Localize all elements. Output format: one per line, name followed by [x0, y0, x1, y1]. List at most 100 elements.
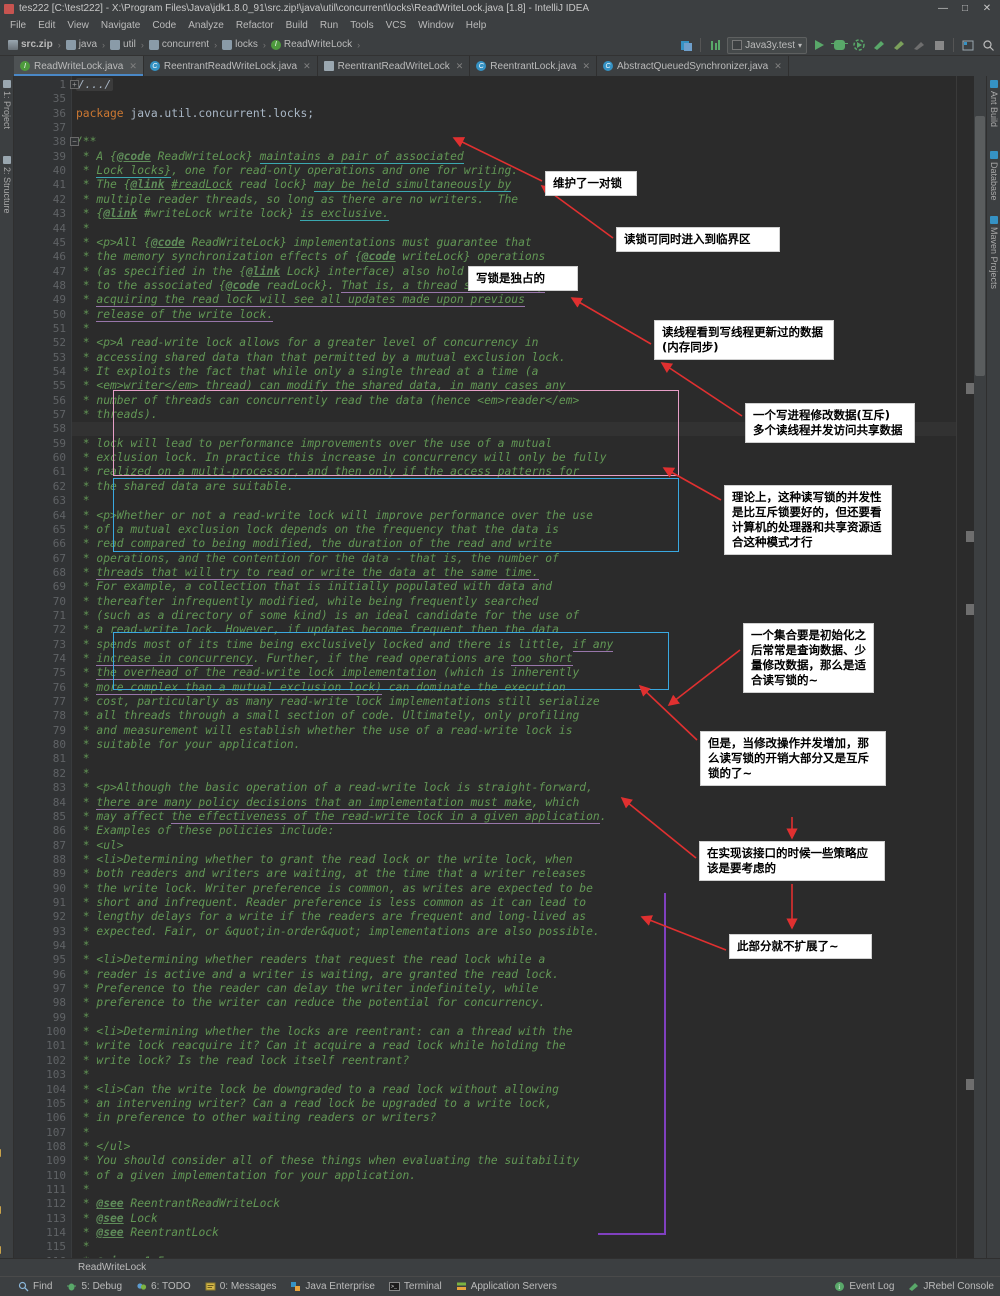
close-button[interactable]: ✕ — [976, 0, 998, 17]
settings-icon[interactable] — [707, 37, 723, 53]
svg-text:i: i — [839, 1283, 841, 1291]
window-controls[interactable]: — □ ✕ — [932, 0, 998, 17]
chevron-down-icon[interactable]: ▾ — [798, 41, 802, 50]
menu-bar[interactable]: File Edit View Navigate Code Analyze Refactor B… — [0, 17, 1000, 34]
tool-rail-button-jrebel[interactable]: JRebel — [0, 1175, 2, 1214]
menu-item-run[interactable]: Run — [314, 19, 344, 32]
minimize-button[interactable]: — — [932, 0, 954, 17]
menu-item-window[interactable]: Window — [412, 19, 460, 32]
main-area: 1: Project 2: Structure Web JRebel 2: Favori… — [0, 76, 1000, 1258]
annotation-callout: 在实现该接口的时候一些策略应 该是要考虑的 — [699, 841, 885, 881]
menu-item-view[interactable]: View — [61, 19, 95, 32]
tool-rail-button-database[interactable]: Database — [989, 150, 999, 201]
editor-tab-reentrantlock-java[interactable]: C ReentrantLock.java ✕ — [470, 56, 597, 76]
menu-item-edit[interactable]: Edit — [32, 19, 61, 32]
menu-item-file[interactable]: File — [4, 19, 32, 32]
menu-item-help[interactable]: Help — [460, 19, 493, 32]
close-tab-icon[interactable]: ✕ — [582, 61, 590, 72]
editor-tab-reentrantreadwritelock[interactable]: ReentrantReadWriteLock ✕ — [318, 56, 471, 76]
terminal-icon: >_ — [388, 1281, 400, 1292]
tool-window-button-5--debug[interactable]: 5: Debug — [66, 1281, 122, 1292]
breadcrumb[interactable]: src.zip › java › util › concurrent › locks › I Read… — [6, 38, 363, 51]
rebel-debug-icon[interactable] — [891, 37, 907, 53]
sync-icon[interactable] — [678, 37, 694, 53]
menu-item-tools[interactable]: Tools — [344, 19, 379, 32]
editor-breadcrumb-label: ReadWriteLock — [78, 1262, 147, 1273]
right-tool-rail[interactable]: Ant Build Database Maven Projects — [986, 76, 1000, 1258]
search-icon[interactable] — [980, 37, 996, 53]
menu-item-navigate[interactable]: Navigate — [95, 19, 146, 32]
tool-window-button-label: Terminal — [403, 1281, 442, 1292]
app-icon — [4, 3, 14, 14]
tool-rail-button-maven-projects[interactable]: Maven Projects — [989, 215, 999, 289]
tool-window-button-label: 5: Debug — [81, 1281, 123, 1292]
tool-window-button-6--todo[interactable]: 6: TODO — [136, 1281, 191, 1292]
editor-tab-label: AbstractQueuedSynchronizer.java — [617, 60, 769, 72]
breadcrumb-item-src-zip[interactable]: src.zip — [6, 38, 55, 51]
favorites-icon — [0, 1149, 1, 1158]
maximize-button[interactable]: □ — [954, 0, 976, 17]
tool-window-button-find[interactable]: Find — [18, 1281, 52, 1292]
stop-icon[interactable] — [931, 37, 947, 53]
annotation-callout: 理论上，这种读写锁的并发性 是比互斥锁要好的，但还要看 计算机的处理器和共享资源… — [724, 485, 892, 555]
tool-window-bar[interactable]: Find 5: Debug 6: TODO 0: Messages Java Enter… — [0, 1276, 1000, 1296]
annotation-callout: 读锁可同时进入到临界区 — [616, 227, 780, 252]
annotation-callout: 维护了一对锁 — [545, 171, 637, 196]
close-tab-icon[interactable]: ✕ — [774, 61, 782, 72]
tool-rail-button-2--favorites[interactable]: 2: Favorites — [0, 1099, 2, 1158]
breadcrumb-separator: › — [57, 39, 61, 50]
run-icon[interactable] — [811, 37, 827, 53]
tool-window-button-event-log[interactable]: i Event Log — [834, 1281, 894, 1292]
editor-tab-label: ReentrantReadWriteLock — [337, 60, 450, 72]
tool-rail-button-1--project[interactable]: 1: Project — [2, 80, 12, 129]
left-tool-rail[interactable]: 1: Project 2: Structure Web JRebel 2: Favori… — [0, 76, 14, 1258]
editor-tab-readwritelock-java[interactable]: I ReadWriteLock.java ✕ — [14, 56, 144, 76]
tool-window-button-application-servers[interactable]: Application Servers — [456, 1281, 557, 1292]
run-coverage-icon[interactable] — [851, 37, 867, 53]
tool-rail-button-2--structure[interactable]: 2: Structure — [2, 156, 12, 214]
tool-window-button-0--messages[interactable]: 0: Messages — [205, 1281, 276, 1292]
rebel-run-icon[interactable] — [871, 37, 887, 53]
tool-window-button-label: 6: TODO — [151, 1281, 191, 1292]
main-toolbar[interactable]: Java3y.test ▾ — [678, 34, 996, 56]
debug-icon[interactable] — [830, 37, 848, 53]
breadcrumb-item-concurrent[interactable]: concurrent — [147, 38, 211, 51]
menu-item-analyze[interactable]: Analyze — [182, 19, 230, 32]
menu-item-build[interactable]: Build — [280, 19, 314, 32]
event-log-icon: i — [834, 1281, 845, 1292]
breadcrumb-item-util[interactable]: util — [108, 38, 138, 51]
class-blue-icon: C — [149, 61, 160, 71]
profile-icon[interactable] — [911, 37, 927, 53]
tool-rail-button-web[interactable]: Web — [0, 1225, 2, 1254]
editor-tab-reentrantreadwritelock-java[interactable]: C ReentrantReadWriteLock.java ✕ — [144, 56, 318, 76]
toolbar-divider-2 — [953, 38, 954, 52]
breadcrumb-item-java[interactable]: java — [64, 38, 99, 51]
menu-item-vcs[interactable]: VCS — [380, 19, 413, 32]
close-tab-icon[interactable]: ✕ — [456, 61, 464, 72]
web-icon — [0, 1246, 1, 1254]
debug-icon — [66, 1281, 77, 1292]
tool-rail-label: 1: Project — [2, 91, 12, 130]
code-editor[interactable]: 1 35 36 37 38 39 40 41 42 43 44 45 46 47 48 49 50 51 52 53 5… — [14, 76, 986, 1258]
close-tab-icon[interactable]: ✕ — [303, 61, 311, 72]
tool-window-button-terminal[interactable]: >_ Terminal — [388, 1281, 442, 1292]
tool-rail-button-ant-build[interactable]: Ant Build — [989, 80, 999, 127]
tool-window-button-java-enterprise[interactable]: Java Enterprise — [290, 1281, 375, 1292]
menu-item-refactor[interactable]: Refactor — [230, 19, 280, 32]
run-configuration-selector[interactable]: Java3y.test ▾ — [727, 36, 807, 54]
tool-rail-label: Database — [989, 161, 999, 201]
tool-rail-label: 2: Favorites — [0, 1099, 2, 1147]
toolbar-divider — [700, 38, 702, 52]
maven-icon — [990, 215, 998, 224]
editor-tabs[interactable]: I ReadWriteLock.java ✕ C ReentrantReadWriteL… — [0, 56, 1000, 76]
editor-tab-label: ReentrantLock.java — [490, 60, 577, 72]
editor-tab-abstractqueuedsynchronizer-java[interactable]: C AbstractQueuedSynchronizer.java ✕ — [597, 56, 789, 76]
tool-rail-label: JRebel — [0, 1174, 2, 1203]
tool-window-button-jrebel-console[interactable]: JRebel Console — [908, 1281, 994, 1292]
breadcrumb-item-locks[interactable]: locks — [220, 38, 260, 51]
breadcrumb-item-readwritelock[interactable]: I ReadWriteLock — [269, 38, 354, 51]
todo-icon — [136, 1281, 147, 1292]
layout-icon[interactable] — [960, 37, 976, 53]
close-tab-icon[interactable]: ✕ — [129, 61, 137, 72]
menu-item-code[interactable]: Code — [146, 19, 182, 32]
